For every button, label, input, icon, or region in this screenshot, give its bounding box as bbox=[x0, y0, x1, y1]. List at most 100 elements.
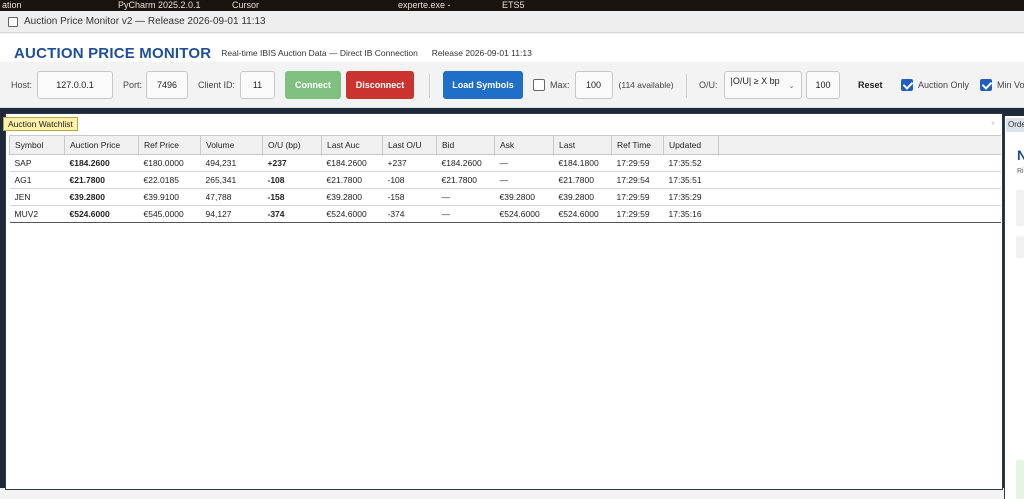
taskbar-item-cursor[interactable]: Cursor bbox=[232, 0, 259, 11]
ou-filter-select[interactable]: |O/U| ≥ X bp ⌄ bbox=[723, 71, 802, 99]
table-row[interactable]: SAP €184.2600 €180.0000 494,231 +237 €184.260… bbox=[9, 154, 1001, 172]
taskbar-item[interactable]: ation bbox=[2, 0, 22, 11]
cell-ref-time: 17:29:59 bbox=[611, 154, 664, 172]
disconnect-button[interactable]: Disconnect bbox=[346, 71, 414, 99]
cell-last-ou: -374 bbox=[382, 205, 437, 223]
auction-only-group: Auction Only bbox=[901, 62, 969, 108]
watchlist-tab[interactable]: Auction Watchlist bbox=[3, 117, 78, 131]
column-header-bid[interactable]: Bid bbox=[436, 135, 495, 155]
cell-last-auc: €21.7800 bbox=[321, 171, 383, 189]
cell-ou-bp: -374 bbox=[262, 205, 322, 223]
release-label: Release 2026-09-01 11:13 bbox=[431, 48, 532, 58]
panel-menu-icon[interactable]: ▾ bbox=[991, 119, 995, 128]
min-volume-label: Min Vo bbox=[997, 80, 1024, 90]
toolbar-divider bbox=[686, 74, 687, 98]
cell-filler bbox=[718, 171, 1001, 189]
cell-ou-bp: +237 bbox=[262, 154, 322, 172]
auction-only-checkbox[interactable] bbox=[901, 79, 913, 91]
cell-updated: 17:35:16 bbox=[663, 205, 719, 223]
side-panel-heading: N bbox=[1017, 147, 1024, 163]
cell-bid: — bbox=[436, 205, 495, 223]
side-panel-card bbox=[1016, 460, 1024, 499]
cell-ref-price: €39.9100 bbox=[138, 188, 201, 206]
connection-toolbar: Host: 127.0.0.1 Port: 7496 Client ID: 11… bbox=[0, 62, 1024, 108]
cell-ou-bp: -158 bbox=[262, 188, 322, 206]
cell-last: €21.7800 bbox=[553, 171, 612, 189]
cell-filler bbox=[718, 154, 1001, 172]
min-volume-group: Min Vo bbox=[980, 62, 1024, 108]
cell-bid: €21.7800 bbox=[436, 171, 495, 189]
cell-ask: — bbox=[494, 171, 554, 189]
cell-volume: 94,127 bbox=[200, 205, 263, 223]
column-header-updated[interactable]: Updated bbox=[663, 135, 719, 155]
toolbar-divider bbox=[429, 74, 430, 98]
cell-bid: €184.2600 bbox=[436, 154, 495, 172]
client-id-input[interactable]: 11 bbox=[240, 71, 276, 99]
auction-only-label: Auction Only bbox=[918, 80, 970, 90]
max-checkbox[interactable] bbox=[533, 79, 545, 91]
column-header-volume[interactable]: Volume bbox=[200, 135, 263, 155]
port-input[interactable]: 7496 bbox=[146, 71, 189, 99]
cell-updated: 17:35:29 bbox=[663, 188, 719, 206]
column-header-auction-price[interactable]: Auction Price bbox=[64, 135, 139, 155]
column-header-ref-time[interactable]: Ref Time bbox=[611, 135, 664, 155]
host-label: Host: bbox=[11, 80, 33, 90]
cell-last-auc: €184.2600 bbox=[321, 154, 383, 172]
available-count: (114 available) bbox=[618, 80, 674, 90]
table-row[interactable]: MUV2 €524.6000 €545.0000 94,127 -374 €524.600… bbox=[9, 205, 1001, 223]
cell-last: €39.2800 bbox=[553, 188, 612, 206]
ou-label: O/U: bbox=[699, 80, 718, 90]
cell-symbol: SAP bbox=[9, 154, 65, 172]
order-panel-tab[interactable]: Orde bbox=[1006, 118, 1024, 132]
cell-last-auc: €524.6000 bbox=[321, 205, 383, 223]
ou-threshold-input[interactable]: 100 bbox=[806, 71, 840, 99]
cell-symbol: JEN bbox=[9, 188, 65, 206]
app-window-icon bbox=[8, 16, 18, 27]
cell-ref-price: €545.0000 bbox=[138, 205, 201, 223]
column-header-last-ou[interactable]: Last O/U bbox=[382, 135, 437, 155]
cell-last: €524.6000 bbox=[553, 205, 612, 223]
port-label: Port: bbox=[123, 80, 143, 90]
cell-auction-price: €524.6000 bbox=[64, 205, 139, 223]
cell-last-ou: -108 bbox=[382, 171, 437, 189]
table-row[interactable]: AG1 €21.7800 €22.0185 265,341 -108 €21.7800 -1… bbox=[9, 171, 1001, 189]
load-symbols-button[interactable]: Load Symbols bbox=[443, 71, 523, 99]
ou-filter-group: O/U: |O/U| ≥ X bp ⌄ bbox=[699, 62, 802, 108]
table-header-row: Symbol Auction Price Ref Price Volume O/… bbox=[9, 135, 1001, 155]
taskbar-item-ets5[interactable]: ETS5 bbox=[502, 0, 525, 11]
side-panel-subtext: Ri bbox=[1017, 168, 1024, 175]
host-input[interactable]: 127.0.0.1 bbox=[37, 71, 114, 99]
column-header-last-auc[interactable]: Last Auc bbox=[321, 135, 383, 155]
cell-updated: 17:35:51 bbox=[663, 171, 719, 189]
column-header-ask[interactable]: Ask bbox=[494, 135, 554, 155]
window-titlebar: Auction Price Monitor v2 — Release 2026-… bbox=[0, 11, 1024, 33]
side-panel-card bbox=[1016, 190, 1024, 226]
page-title: AUCTION PRICE MONITOR bbox=[14, 44, 212, 62]
client-id-label: Client ID: bbox=[198, 80, 236, 90]
taskbar-item-pycharm[interactable]: PyCharm 2025.2.0.1 bbox=[118, 0, 201, 11]
max-label: Max: bbox=[550, 80, 570, 90]
max-input[interactable]: 100 bbox=[574, 71, 613, 99]
cell-ref-price: €180.0000 bbox=[138, 154, 201, 172]
column-header-last[interactable]: Last bbox=[553, 135, 612, 155]
cell-auction-price: €21.7800 bbox=[64, 171, 139, 189]
cell-symbol: MUV2 bbox=[9, 205, 65, 223]
min-volume-checkbox[interactable] bbox=[980, 79, 992, 91]
chevron-down-icon: ⌄ bbox=[788, 83, 795, 90]
table-row[interactable]: JEN €39.2800 €39.9100 47,788 -158 €39.2800 -15… bbox=[9, 188, 1001, 206]
cell-volume: 265,341 bbox=[200, 171, 263, 189]
cell-last: €184.1800 bbox=[553, 154, 612, 172]
client-id-group: Client ID: 11 bbox=[198, 62, 276, 108]
reset-button[interactable]: Reset bbox=[858, 80, 883, 90]
cell-ask: €524.6000 bbox=[494, 205, 554, 223]
cell-ref-time: 17:29:59 bbox=[611, 188, 664, 206]
cell-symbol: AG1 bbox=[9, 171, 65, 189]
column-header-symbol[interactable]: Symbol bbox=[9, 135, 65, 155]
connect-button[interactable]: Connect bbox=[285, 71, 341, 99]
taskbar-item-experte[interactable]: experte.exe - bbox=[398, 0, 451, 11]
os-taskbar: ation PyCharm 2025.2.0.1 Cursor experte.… bbox=[0, 0, 1024, 11]
column-header-ou-bp[interactable]: O/U (bp) bbox=[262, 135, 322, 155]
cell-volume: 47,788 bbox=[200, 188, 263, 206]
side-panel-card bbox=[1016, 236, 1024, 258]
column-header-ref-price[interactable]: Ref Price bbox=[138, 135, 201, 155]
